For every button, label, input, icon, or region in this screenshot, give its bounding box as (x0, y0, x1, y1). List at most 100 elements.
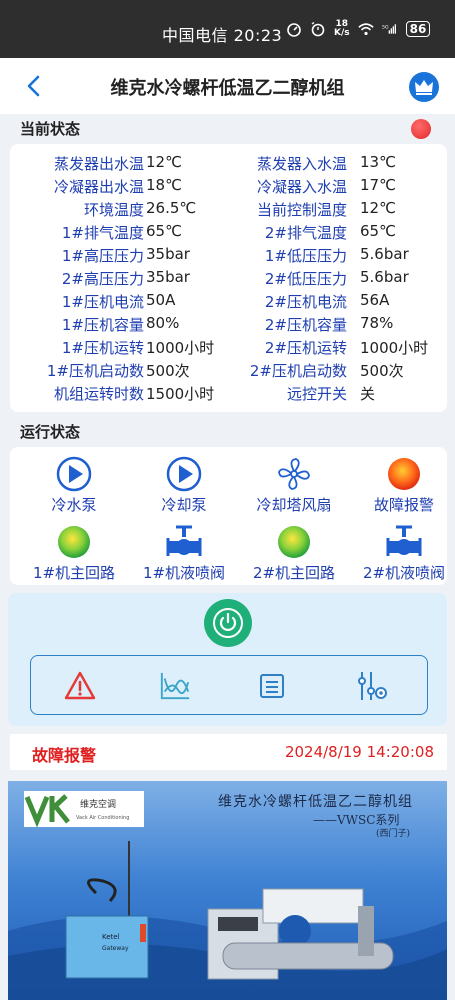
vip-button[interactable] (409, 72, 439, 102)
power-button[interactable] (204, 599, 252, 647)
status-row: 环境温度 26.5℃ 当前控制温度 12℃ (10, 199, 447, 222)
run-status-label: 故障报警 (373, 496, 434, 514)
status-value: 500次 (146, 362, 190, 380)
trend-chart-button[interactable] (159, 670, 191, 702)
current-status-card: 蒸发器出水温 12℃ 蒸发器入水温 13℃ 冷凝器出水温 18℃ 冷凝器入水温 17℃ 环境温度… (10, 144, 447, 412)
play-icon (166, 456, 202, 492)
status-value: 12℃ (146, 153, 182, 171)
records-list-button[interactable] (256, 670, 288, 702)
alarm-log-button[interactable] (64, 670, 96, 702)
status-label: 2#压机电流 (264, 293, 347, 311)
line-chart-icon (160, 672, 190, 700)
status-row: 1#压机启动数 500次 2#压机启动数 500次 (10, 360, 447, 383)
status-row: 1#压机电流 50A 2#压机电流 56A (10, 291, 447, 314)
status-row: 机组运转时数 1500小时 远控开关关 (10, 383, 447, 406)
gateway-brand: Ketel (102, 933, 120, 941)
status-value: 18℃ (146, 176, 182, 194)
carrier-name: 中国电信 (162, 26, 229, 45)
status-label: 1#高压压力 (61, 247, 144, 265)
status-label: 蒸发器出水温 (53, 155, 144, 173)
status-label: 环境温度 (83, 201, 144, 219)
sliders-icon (358, 672, 387, 700)
system-status-bar: 中国电信 20:23 18 K/s 5G 86 (0, 0, 455, 58)
status-value: 26.5℃ (146, 199, 197, 217)
battery-indicator: 86 (405, 21, 431, 37)
status-label: 1#压机启动数 (46, 362, 144, 380)
current-status-heading: 当前状态 (20, 120, 81, 138)
run-status-item: 冷水泵 (19, 456, 129, 515)
run-status-label: 1#机液喷阀 (142, 564, 226, 582)
gateway-label: Gateway (102, 945, 129, 952)
banner-subtitle-note: (西门子) (376, 829, 411, 839)
status-value: 50A (146, 291, 176, 309)
page-title: 维克水冷螺杆低温乙二醇机组 (110, 78, 345, 99)
run-status-item: 2#机主回路 (239, 524, 349, 583)
latest-alarm-bar[interactable]: 故障报警 2024/8/19 14:20:08 (10, 734, 447, 770)
status-row: 蒸发器出水温 12℃ 蒸发器入水温 13℃ (10, 153, 447, 176)
svg-text:Vack Air Conditioning: Vack Air Conditioning (76, 815, 129, 821)
status-value: 65℃ (146, 222, 182, 240)
status-value: 13℃ (360, 153, 396, 171)
status-icons: 18 K/s 5G 86 (286, 20, 431, 38)
status-value: 1000小时 (360, 339, 429, 357)
run-status-item: 冷却泵 (129, 456, 239, 515)
run-status-heading: 运行状态 (20, 423, 81, 441)
status-row: 1#排气温度 65℃ 2#排气温度 65℃ (10, 222, 447, 245)
run-status-label: 冷却泵 (161, 496, 207, 514)
status-value: 35bar (146, 268, 190, 286)
banner-title: 维克水冷螺杆低温乙二醇机组 (218, 794, 413, 810)
svg-text:5G: 5G (382, 24, 389, 30)
green-lamp-icon (276, 524, 312, 560)
product-banner: 维克空调 Vack Air Conditioning 维克水冷螺杆低温乙二醇机组… (8, 781, 447, 1000)
status-label: 冷凝器入水温 (256, 178, 347, 196)
status-label: 2#压机运转 (264, 339, 347, 357)
crown-icon (415, 80, 433, 95)
status-value: 1000小时 (146, 339, 215, 357)
speedometer-icon (286, 21, 302, 37)
status-row: 2#高压压力 35bar 2#低压压力 5.6bar (10, 268, 447, 291)
net-speed: 18 K/s (334, 20, 350, 38)
status-label: 2#排气温度 (264, 224, 347, 242)
warning-icon (64, 671, 96, 700)
status-label: 机组运转时数 (53, 385, 144, 403)
run-status-label: 1#机主回路 (32, 564, 116, 582)
run-status-item: 1#机主回路 (19, 524, 129, 583)
status-label: 2#压机启动数 (249, 362, 347, 380)
run-status-item: 冷却塔风扇 (239, 456, 349, 515)
alarm-label: 故障报警 (32, 746, 97, 765)
status-indicator-dot (411, 119, 431, 139)
status-label: 1#压机电流 (61, 293, 144, 311)
status-label: 远控开关 (286, 385, 347, 403)
run-status-label: 2#机主回路 (252, 564, 336, 582)
status-value: 1500小时 (146, 385, 215, 403)
run-status-item: 2#机液喷阀 (349, 524, 455, 583)
status-label: 2#压机容量 (264, 316, 347, 334)
green-lamp-icon (56, 524, 92, 560)
run-status-label: 冷水泵 (51, 496, 97, 514)
status-row: 1#压机运转 1000小时 2#压机运转 1000小时 (10, 337, 447, 360)
run-status-item: 故障报警 (349, 456, 455, 515)
status-label: 蒸发器入水温 (256, 155, 347, 173)
status-label: 2#高压压力 (61, 270, 144, 288)
status-label: 当前控制温度 (256, 201, 347, 219)
status-value: 56A (360, 291, 390, 309)
alarm-lamp-icon (386, 456, 422, 492)
brand-logo: 维克空调 Vack Air Conditioning (24, 791, 144, 828)
alarm-clock-icon (310, 21, 326, 37)
status-value: 35bar (146, 245, 190, 263)
status-value: 80% (146, 314, 180, 332)
clock: 20:23 (233, 26, 283, 45)
status-label: 1#排气温度 (61, 224, 144, 242)
status-label: 1#压机容量 (61, 316, 144, 334)
status-value: 5.6bar (360, 245, 409, 263)
settings-button[interactable] (356, 670, 388, 702)
run-status-card: 冷水泵 冷却泵 冷却塔风扇 故障报警 1#机主回路 1#机液喷阀 2#机主回路 2#机液喷阀 (10, 447, 447, 585)
status-row: 冷凝器出水温 18℃ 冷凝器入水温 17℃ (10, 176, 447, 199)
run-status-label: 2#机液喷阀 (362, 564, 446, 582)
net-speed-unit: K/s (334, 28, 350, 38)
fan-icon (276, 456, 312, 492)
status-value: 关 (360, 385, 376, 403)
valve-icon (166, 524, 202, 560)
status-value: 65℃ (360, 222, 396, 240)
status-value: 17℃ (360, 176, 396, 194)
